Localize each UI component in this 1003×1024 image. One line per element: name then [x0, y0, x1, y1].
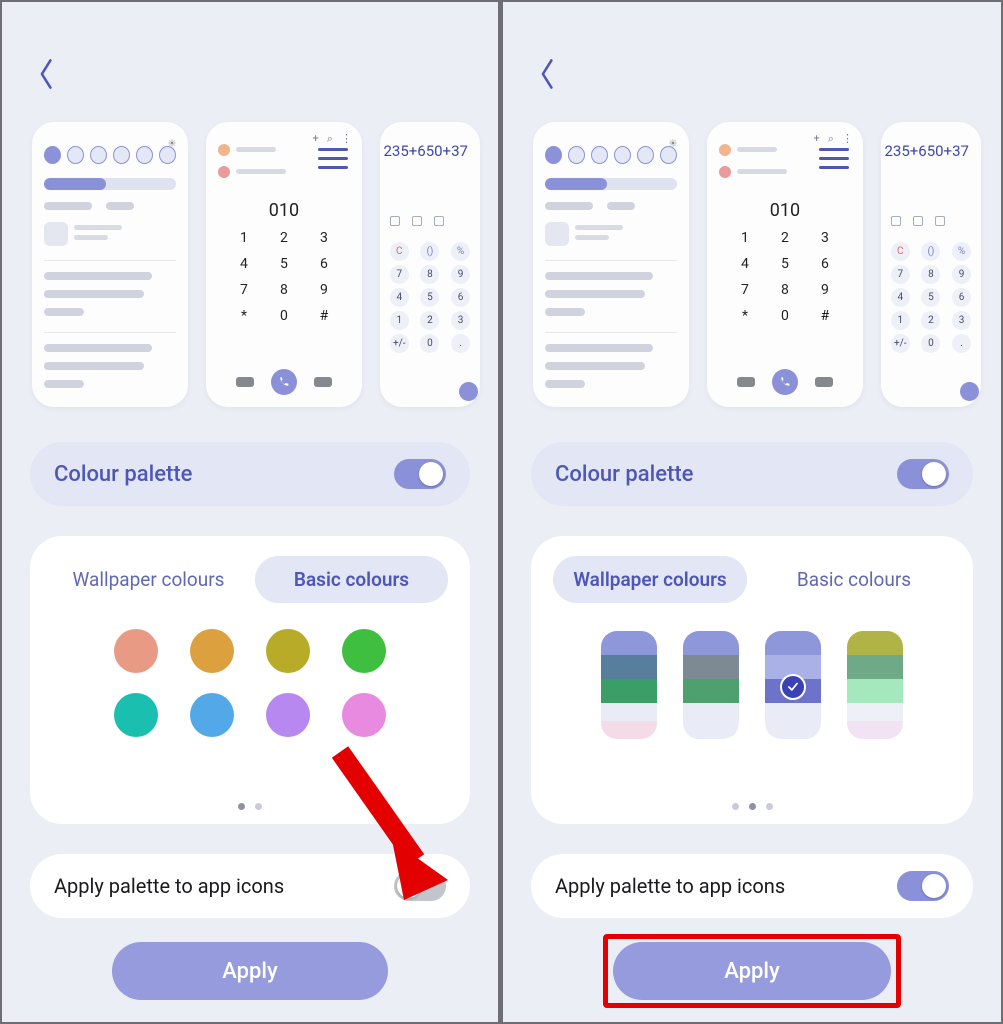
colour-palette-toggle[interactable] [394, 459, 446, 489]
sound-icon [90, 146, 107, 164]
tab-basic-colours[interactable]: Basic colours [255, 556, 448, 603]
colour-palette-title: Colour palette [555, 462, 693, 487]
colour-swatch[interactable] [190, 693, 234, 737]
preview-dialer: +⌕⋮ 010 123 456 789 *0# [707, 122, 863, 407]
apply-button[interactable]: Apply [112, 942, 388, 1000]
call-button [271, 369, 297, 395]
calc-expression: 235+650+37 [383, 142, 467, 160]
calc-icon [935, 216, 945, 226]
ruler-icon [412, 216, 422, 226]
apply-palette-icons-toggle[interactable] [394, 871, 446, 901]
bluetooth-icon [67, 146, 84, 164]
preview-calculator: 235+650+37 C()% 789 456 123 +/-0. [881, 122, 981, 407]
equals-icon [960, 382, 979, 401]
airplane-icon [637, 146, 654, 164]
video-call-icon [236, 377, 254, 387]
apply-button-label: Apply [724, 959, 780, 984]
bluetooth-icon [568, 146, 585, 164]
sound-icon [591, 146, 608, 164]
call-button [772, 369, 798, 395]
history-icon [390, 216, 400, 226]
pager [531, 803, 973, 810]
airplane-icon [136, 146, 153, 164]
calc-icon [434, 216, 444, 226]
dialer-display: 010 [206, 200, 362, 221]
rotate-icon [614, 146, 631, 164]
palette-swatch[interactable] [601, 631, 657, 739]
gear-icon [669, 132, 677, 140]
preview-quick-settings [32, 122, 188, 407]
preview-quick-settings [533, 122, 689, 407]
colour-palette-row[interactable]: Colour palette [30, 442, 470, 506]
more-icon: ⋮ [842, 132, 853, 146]
palette-swatch[interactable] [683, 631, 739, 739]
screenshot-left: +⌕⋮ 010 123 456 789 *0# 235+650+37 C()% [2, 2, 498, 1022]
backspace-icon [314, 377, 332, 387]
wifi-icon [545, 146, 562, 164]
preview-calculator: 235+650+37 C()% 789 456 123 +/-0. [380, 122, 480, 407]
colour-palette-title: Colour palette [54, 462, 192, 487]
search-icon: ⌕ [327, 132, 333, 146]
colour-palette-row[interactable]: Colour palette [531, 442, 973, 506]
tab-wallpaper-colours[interactable]: Wallpaper colours [52, 556, 245, 603]
dialer-display: 010 [707, 200, 863, 221]
check-icon [780, 674, 806, 700]
colour-palette-toggle[interactable] [897, 459, 949, 489]
pager [30, 803, 470, 810]
colour-swatch[interactable] [342, 693, 386, 737]
previews-row: +⌕⋮ 010 123 456 789 *0# 235+650+37 C()% [503, 122, 1001, 412]
calc-expression: 235+650+37 [884, 142, 968, 160]
flashlight-icon [660, 146, 677, 164]
colour-picker-card: Wallpaper colours Basic colours [531, 536, 973, 824]
colour-swatch[interactable] [114, 629, 158, 673]
ruler-icon [913, 216, 923, 226]
apply-palette-icons-label: Apply palette to app icons [555, 874, 785, 898]
backspace-icon [815, 377, 833, 387]
apply-palette-icons-label: Apply palette to app icons [54, 874, 284, 898]
colour-swatch[interactable] [114, 693, 158, 737]
apply-button-label: Apply [222, 959, 278, 984]
search-icon: ⌕ [828, 132, 834, 146]
back-button[interactable] [36, 57, 58, 95]
history-icon [891, 216, 901, 226]
preview-dialer: +⌕⋮ 010 123 456 789 *0# [206, 122, 362, 407]
colour-picker-card: Wallpaper colours Basic colours [30, 536, 470, 824]
rotate-icon [113, 146, 130, 164]
equals-icon [459, 382, 478, 401]
colour-swatch[interactable] [190, 629, 234, 673]
apply-palette-icons-toggle[interactable] [897, 871, 949, 901]
apply-palette-icons-row[interactable]: Apply palette to app icons [531, 854, 973, 918]
apply-palette-icons-row[interactable]: Apply palette to app icons [30, 854, 470, 918]
colour-swatch[interactable] [266, 693, 310, 737]
colour-swatch[interactable] [342, 629, 386, 673]
screenshot-right: +⌕⋮ 010 123 456 789 *0# 235+650+37 C()% [503, 2, 1001, 1022]
flashlight-icon [159, 146, 176, 164]
tab-basic-colours[interactable]: Basic colours [757, 556, 951, 603]
apply-button[interactable]: Apply [613, 942, 891, 1000]
more-icon: ⋮ [341, 132, 352, 146]
palette-swatch[interactable] [765, 631, 821, 739]
previews-row: +⌕⋮ 010 123 456 789 *0# 235+650+37 C()% [2, 122, 498, 412]
plus-icon: + [814, 132, 820, 146]
colour-swatch[interactable] [266, 629, 310, 673]
tab-wallpaper-colours[interactable]: Wallpaper colours [553, 556, 747, 603]
video-call-icon [737, 377, 755, 387]
palette-swatch[interactable] [847, 631, 903, 739]
wifi-icon [44, 146, 61, 164]
plus-icon: + [313, 132, 319, 146]
gear-icon [168, 132, 176, 140]
back-button[interactable] [537, 57, 559, 95]
